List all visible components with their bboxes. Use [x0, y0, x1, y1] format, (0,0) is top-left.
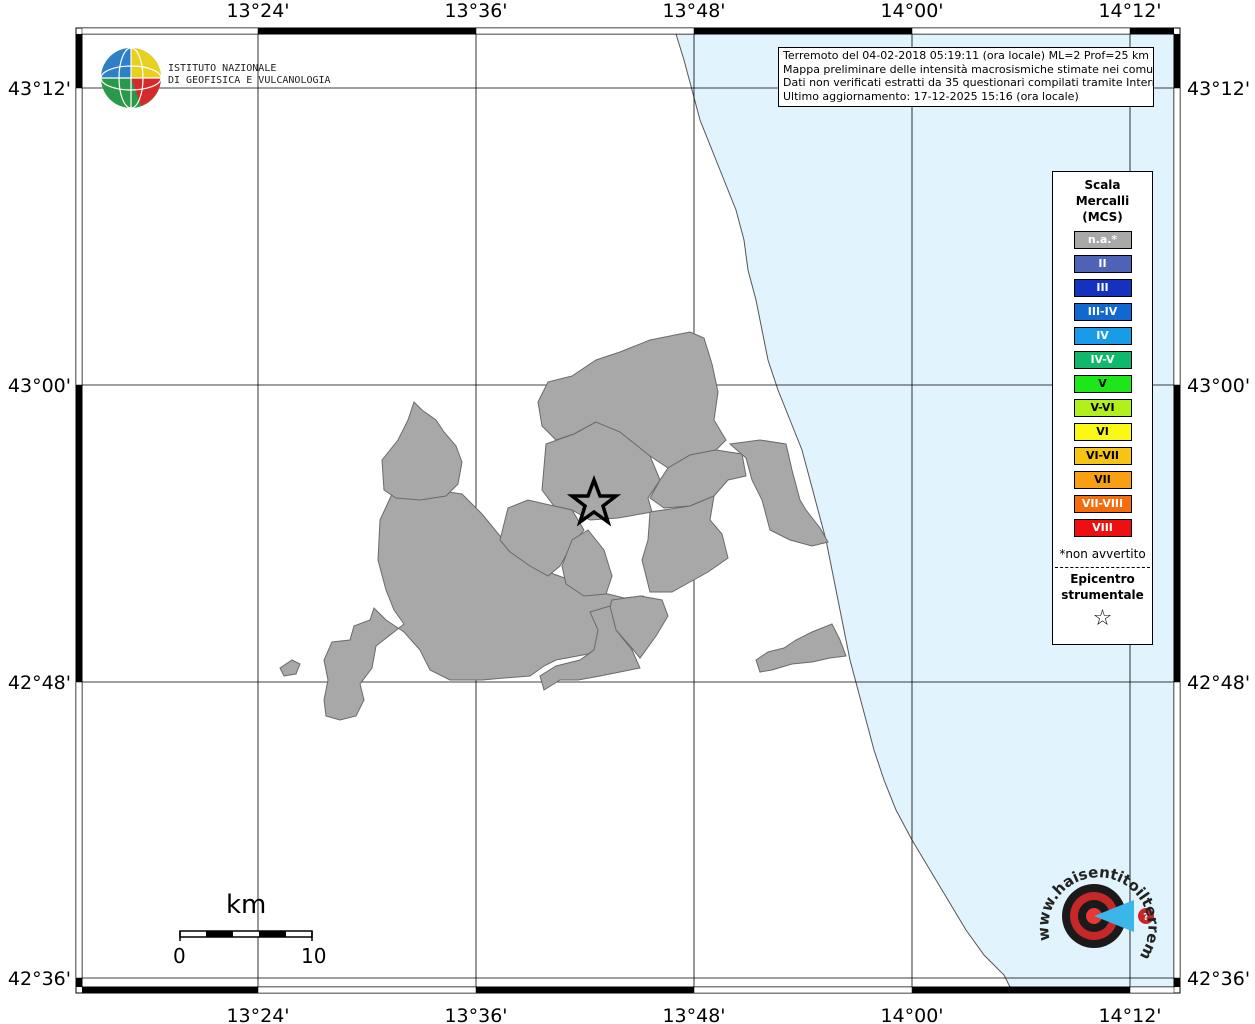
lat-label: 42°36' — [8, 968, 71, 990]
scale-max-label: 10 — [301, 944, 327, 968]
legend-item-vi-vii: VI-VII — [1073, 447, 1132, 465]
top-longitude-labels: 13°24' 13°36' 13°48' 14°00' 14°12' — [226, 0, 1161, 22]
legend-items: n.a.* II III III-IV IV IV-V V V-VI VI VI-VII VII VI… — [1053, 231, 1152, 537]
legend-title-line-2: Mercalli — [1075, 194, 1130, 208]
legend-note: *non avvertito — [1059, 547, 1146, 561]
lat-label: 42°36' — [1187, 968, 1250, 990]
legend-epicenter-line-1: Epicentro — [1070, 572, 1135, 586]
legend-separator — [1055, 567, 1150, 568]
legend-epicenter-line-2: strumentale — [1061, 588, 1144, 602]
lon-label: 14°00' — [880, 0, 943, 22]
legend-item-n-a: n.a.* — [1073, 231, 1132, 249]
legend-epicenter-label: Epicentro strumentale — [1053, 571, 1152, 603]
lat-label: 43°00' — [8, 375, 71, 397]
ingv-globe-icon — [100, 47, 162, 109]
legend-item-vii: VII — [1073, 471, 1132, 489]
legend-title: Scala Mercalli (MCS) — [1053, 177, 1152, 225]
logo-line-2: DI GEOFISICA E VULCANOLOGIA — [168, 75, 331, 86]
legend-item-iii: III — [1073, 279, 1132, 297]
info-line-3: Dati non verificati estratti da 35 quest… — [783, 76, 1154, 89]
legend-title-line-1: Scala — [1084, 178, 1121, 192]
lat-label: 43°12' — [8, 78, 71, 100]
legend-item-iv: IV — [1073, 327, 1132, 345]
info-line-4: Ultimo aggiornamento: 17-12-2025 15:16 (… — [783, 89, 1079, 103]
earthquake-info-box: Terremoto del 04-02-2018 05:19:11 (ora l… — [778, 47, 1154, 107]
legend-item-v: V — [1073, 375, 1132, 393]
lon-label: 13°48' — [662, 0, 725, 22]
legend-star-icon: ☆ — [1092, 606, 1113, 631]
lat-label: 43°12' — [1187, 78, 1250, 100]
legend-item-ii: II — [1073, 255, 1132, 273]
info-line-2: Mappa preliminare delle intensità macros… — [783, 62, 1154, 76]
lon-label: 13°24' — [226, 1005, 289, 1024]
lat-label: 42°48' — [1187, 672, 1250, 694]
right-latitude-labels: 43°12' 43°00' 42°48' 42°36' — [1187, 78, 1250, 990]
lon-label: 14°12' — [1098, 1005, 1161, 1024]
legend-item-vii-viii: VII-VIII — [1073, 495, 1132, 513]
legend-item-iii-iv: III-IV — [1073, 303, 1132, 321]
scale-unit-label: km — [226, 890, 267, 920]
legend-item-vi: VI — [1073, 423, 1132, 441]
lat-label: 42°48' — [8, 672, 71, 694]
mcs-legend: Scala Mercalli (MCS) n.a.* II III III-IV IV I… — [1052, 171, 1153, 645]
lon-label: 13°36' — [444, 1005, 507, 1024]
legend-title-line-3: (MCS) — [1082, 210, 1123, 224]
lon-label: 13°24' — [226, 0, 289, 22]
lon-label: 14°12' — [1098, 0, 1161, 22]
logo-line-1: ISTITUTO NAZIONALE — [168, 63, 277, 74]
left-latitude-labels: 43°12' 43°00' 42°48' 42°36' — [8, 78, 71, 990]
ingv-logo-text: ISTITUTO NAZIONALE DI GEOFISICA E VULCAN… — [168, 63, 331, 87]
legend-item-v-vi: V-VI — [1073, 399, 1132, 417]
info-line-1: Terremoto del 04-02-2018 05:19:11 (ora l… — [783, 49, 1150, 62]
lon-label: 14°00' — [880, 1005, 943, 1024]
lat-label: 43°00' — [1187, 375, 1250, 397]
bottom-longitude-labels: 13°24' 13°36' 13°48' 14°00' 14°12' — [226, 1005, 1161, 1024]
legend-item-iv-v: IV-V — [1073, 351, 1132, 369]
legend-item-viii: VIII — [1073, 519, 1132, 537]
lon-label: 13°48' — [662, 1005, 725, 1024]
lon-label: 13°36' — [444, 0, 507, 22]
scale-min-label: 0 — [173, 944, 186, 968]
